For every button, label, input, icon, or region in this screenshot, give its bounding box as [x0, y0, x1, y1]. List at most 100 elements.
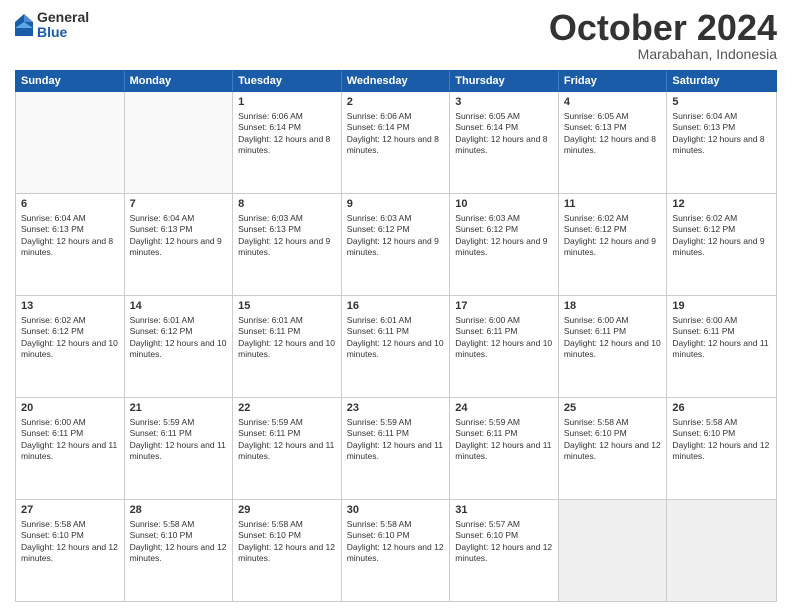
calendar-cell: 3Sunrise: 6:05 AM Sunset: 6:14 PM Daylig… [450, 92, 559, 193]
cell-info: Sunrise: 6:00 AM Sunset: 6:11 PM Dayligh… [672, 315, 771, 361]
calendar-cell: 19Sunrise: 6:00 AM Sunset: 6:11 PM Dayli… [667, 296, 776, 397]
day-number: 23 [347, 401, 445, 416]
cell-info: Sunrise: 5:58 AM Sunset: 6:10 PM Dayligh… [672, 417, 771, 463]
month-title: October 2024 [549, 10, 777, 46]
calendar-cell: 14Sunrise: 6:01 AM Sunset: 6:12 PM Dayli… [125, 296, 234, 397]
calendar-cell: 4Sunrise: 6:05 AM Sunset: 6:13 PM Daylig… [559, 92, 668, 193]
day-number: 19 [672, 299, 771, 314]
logo-general: General [37, 10, 89, 25]
cell-info: Sunrise: 6:02 AM Sunset: 6:12 PM Dayligh… [21, 315, 119, 361]
cell-info: Sunrise: 6:06 AM Sunset: 6:14 PM Dayligh… [347, 111, 445, 157]
calendar-cell [16, 92, 125, 193]
weekday-header-sunday: Sunday [16, 71, 125, 91]
cell-info: Sunrise: 5:58 AM Sunset: 6:10 PM Dayligh… [564, 417, 662, 463]
cell-info: Sunrise: 6:02 AM Sunset: 6:12 PM Dayligh… [564, 213, 662, 259]
cell-info: Sunrise: 6:05 AM Sunset: 6:13 PM Dayligh… [564, 111, 662, 157]
day-number: 21 [130, 401, 228, 416]
calendar-cell: 9Sunrise: 6:03 AM Sunset: 6:12 PM Daylig… [342, 194, 451, 295]
calendar-cell [559, 500, 668, 601]
calendar-cell: 25Sunrise: 5:58 AM Sunset: 6:10 PM Dayli… [559, 398, 668, 499]
day-number: 17 [455, 299, 553, 314]
cell-info: Sunrise: 5:59 AM Sunset: 6:11 PM Dayligh… [347, 417, 445, 463]
cell-info: Sunrise: 6:03 AM Sunset: 6:12 PM Dayligh… [347, 213, 445, 259]
calendar-cell: 26Sunrise: 5:58 AM Sunset: 6:10 PM Dayli… [667, 398, 776, 499]
cell-info: Sunrise: 6:00 AM Sunset: 6:11 PM Dayligh… [21, 417, 119, 463]
cell-info: Sunrise: 6:00 AM Sunset: 6:11 PM Dayligh… [455, 315, 553, 361]
cell-info: Sunrise: 6:00 AM Sunset: 6:11 PM Dayligh… [564, 315, 662, 361]
page-header: General Blue October 2024 Marabahan, Ind… [15, 10, 777, 62]
day-number: 10 [455, 197, 553, 212]
cell-info: Sunrise: 5:59 AM Sunset: 6:11 PM Dayligh… [455, 417, 553, 463]
logo-text: General Blue [37, 10, 89, 41]
weekday-header-monday: Monday [125, 71, 234, 91]
day-number: 4 [564, 95, 662, 110]
calendar-cell: 18Sunrise: 6:00 AM Sunset: 6:11 PM Dayli… [559, 296, 668, 397]
calendar-cell: 30Sunrise: 5:58 AM Sunset: 6:10 PM Dayli… [342, 500, 451, 601]
day-number: 8 [238, 197, 336, 212]
calendar-cell: 20Sunrise: 6:00 AM Sunset: 6:11 PM Dayli… [16, 398, 125, 499]
calendar-cell: 17Sunrise: 6:00 AM Sunset: 6:11 PM Dayli… [450, 296, 559, 397]
calendar-cell: 28Sunrise: 5:58 AM Sunset: 6:10 PM Dayli… [125, 500, 234, 601]
weekday-header-tuesday: Tuesday [233, 71, 342, 91]
calendar-body: 1Sunrise: 6:06 AM Sunset: 6:14 PM Daylig… [15, 92, 777, 602]
calendar-cell: 21Sunrise: 5:59 AM Sunset: 6:11 PM Dayli… [125, 398, 234, 499]
cell-info: Sunrise: 5:57 AM Sunset: 6:10 PM Dayligh… [455, 519, 553, 565]
cell-info: Sunrise: 6:01 AM Sunset: 6:11 PM Dayligh… [347, 315, 445, 361]
logo: General Blue [15, 10, 89, 41]
weekday-header-thursday: Thursday [450, 71, 559, 91]
calendar-row-3: 13Sunrise: 6:02 AM Sunset: 6:12 PM Dayli… [16, 296, 776, 398]
calendar-cell: 31Sunrise: 5:57 AM Sunset: 6:10 PM Dayli… [450, 500, 559, 601]
day-number: 25 [564, 401, 662, 416]
day-number: 27 [21, 503, 119, 518]
day-number: 2 [347, 95, 445, 110]
day-number: 22 [238, 401, 336, 416]
calendar-cell: 6Sunrise: 6:04 AM Sunset: 6:13 PM Daylig… [16, 194, 125, 295]
day-number: 31 [455, 503, 553, 518]
day-number: 12 [672, 197, 771, 212]
cell-info: Sunrise: 5:59 AM Sunset: 6:11 PM Dayligh… [238, 417, 336, 463]
cell-info: Sunrise: 6:04 AM Sunset: 6:13 PM Dayligh… [672, 111, 771, 157]
calendar-cell [667, 500, 776, 601]
day-number: 13 [21, 299, 119, 314]
day-number: 18 [564, 299, 662, 314]
calendar-cell: 16Sunrise: 6:01 AM Sunset: 6:11 PM Dayli… [342, 296, 451, 397]
calendar-header: SundayMondayTuesdayWednesdayThursdayFrid… [15, 70, 777, 92]
calendar-cell: 15Sunrise: 6:01 AM Sunset: 6:11 PM Dayli… [233, 296, 342, 397]
weekday-header-saturday: Saturday [667, 71, 776, 91]
calendar-row-4: 20Sunrise: 6:00 AM Sunset: 6:11 PM Dayli… [16, 398, 776, 500]
cell-info: Sunrise: 6:01 AM Sunset: 6:12 PM Dayligh… [130, 315, 228, 361]
calendar-cell: 13Sunrise: 6:02 AM Sunset: 6:12 PM Dayli… [16, 296, 125, 397]
day-number: 28 [130, 503, 228, 518]
day-number: 11 [564, 197, 662, 212]
cell-info: Sunrise: 5:58 AM Sunset: 6:10 PM Dayligh… [238, 519, 336, 565]
calendar-cell: 2Sunrise: 6:06 AM Sunset: 6:14 PM Daylig… [342, 92, 451, 193]
calendar-cell: 10Sunrise: 6:03 AM Sunset: 6:12 PM Dayli… [450, 194, 559, 295]
calendar-cell: 5Sunrise: 6:04 AM Sunset: 6:13 PM Daylig… [667, 92, 776, 193]
calendar-cell: 11Sunrise: 6:02 AM Sunset: 6:12 PM Dayli… [559, 194, 668, 295]
day-number: 24 [455, 401, 553, 416]
calendar-cell: 29Sunrise: 5:58 AM Sunset: 6:10 PM Dayli… [233, 500, 342, 601]
calendar-cell: 24Sunrise: 5:59 AM Sunset: 6:11 PM Dayli… [450, 398, 559, 499]
calendar-cell: 1Sunrise: 6:06 AM Sunset: 6:14 PM Daylig… [233, 92, 342, 193]
calendar-row-5: 27Sunrise: 5:58 AM Sunset: 6:10 PM Dayli… [16, 500, 776, 601]
calendar-cell: 8Sunrise: 6:03 AM Sunset: 6:13 PM Daylig… [233, 194, 342, 295]
cell-info: Sunrise: 5:58 AM Sunset: 6:10 PM Dayligh… [21, 519, 119, 565]
cell-info: Sunrise: 5:58 AM Sunset: 6:10 PM Dayligh… [347, 519, 445, 565]
day-number: 30 [347, 503, 445, 518]
logo-blue: Blue [37, 25, 89, 40]
day-number: 6 [21, 197, 119, 212]
cell-info: Sunrise: 6:04 AM Sunset: 6:13 PM Dayligh… [130, 213, 228, 259]
calendar-cell: 27Sunrise: 5:58 AM Sunset: 6:10 PM Dayli… [16, 500, 125, 601]
calendar: SundayMondayTuesdayWednesdayThursdayFrid… [15, 70, 777, 602]
cell-info: Sunrise: 6:03 AM Sunset: 6:12 PM Dayligh… [455, 213, 553, 259]
location: Marabahan, Indonesia [549, 46, 777, 62]
day-number: 14 [130, 299, 228, 314]
cell-info: Sunrise: 6:02 AM Sunset: 6:12 PM Dayligh… [672, 213, 771, 259]
logo-icon [15, 14, 33, 36]
cell-info: Sunrise: 6:06 AM Sunset: 6:14 PM Dayligh… [238, 111, 336, 157]
day-number: 20 [21, 401, 119, 416]
calendar-row-1: 1Sunrise: 6:06 AM Sunset: 6:14 PM Daylig… [16, 92, 776, 194]
weekday-header-friday: Friday [559, 71, 668, 91]
calendar-cell: 22Sunrise: 5:59 AM Sunset: 6:11 PM Dayli… [233, 398, 342, 499]
day-number: 3 [455, 95, 553, 110]
